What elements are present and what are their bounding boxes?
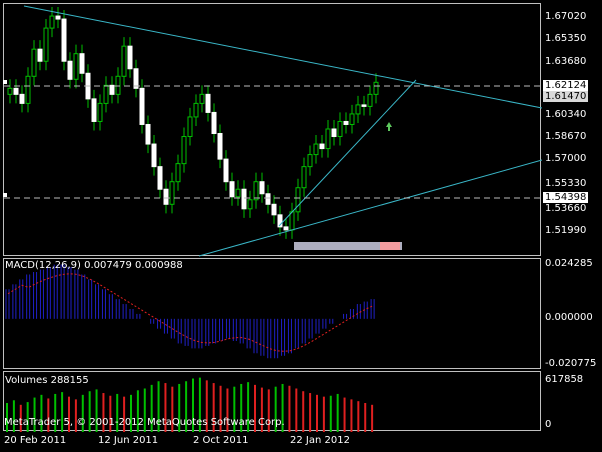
macd-histogram — [5, 264, 375, 359]
candle-body — [325, 128, 331, 150]
date-axis-label: 22 Jan 2012 — [290, 435, 350, 446]
trade-history-markers — [294, 242, 402, 250]
hline-handle[interactable] — [3, 193, 7, 197]
candle-body — [43, 27, 49, 62]
macd-signal-line — [7, 273, 374, 352]
candle-body — [103, 84, 109, 104]
candle-body — [31, 48, 37, 77]
candle-body — [25, 75, 31, 104]
candle-body — [7, 87, 13, 95]
price-axis-label: 1.55330 — [545, 178, 587, 189]
price-axis-label: 1.53660 — [545, 203, 587, 214]
candle-body — [313, 143, 319, 156]
price-chart-pane[interactable] — [3, 3, 542, 257]
candle-body — [145, 123, 151, 145]
candle-body — [115, 75, 121, 95]
candle-body — [331, 128, 337, 138]
bid-line-handle[interactable] — [3, 80, 7, 84]
candle-body — [73, 53, 79, 80]
macd-indicator-pane[interactable] — [3, 258, 541, 369]
candle-body — [151, 143, 157, 168]
candle-body — [319, 143, 325, 150]
date-axis-label: 12 Jun 2011 — [98, 435, 159, 446]
price-chart-canvas[interactable] — [4, 4, 542, 257]
trendline-channel — [278, 79, 417, 227]
candle-body — [373, 81, 379, 95]
candle-body — [13, 87, 19, 95]
candle-body — [109, 84, 115, 95]
price-axis-label: 1.67020 — [545, 11, 587, 22]
candle-body — [175, 163, 181, 183]
candle-body — [67, 60, 73, 80]
candle-body — [199, 93, 205, 104]
candle-body — [265, 193, 271, 205]
candle-body — [205, 93, 211, 113]
candle-body — [55, 15, 61, 20]
trendline-upper — [23, 5, 542, 109]
candle-body — [91, 98, 97, 122]
price-axis-label: 1.51990 — [545, 225, 587, 236]
candle-body — [241, 188, 247, 210]
candle-body — [187, 116, 193, 138]
candle-body — [337, 120, 343, 138]
candle-body — [235, 188, 241, 198]
candle-body — [181, 136, 187, 165]
candle-body — [367, 93, 373, 107]
volumes-axis-label: 0 — [545, 419, 552, 430]
candle-body — [289, 211, 295, 231]
candle-body — [271, 203, 277, 216]
candle-body — [349, 113, 355, 125]
candle-body — [361, 104, 367, 107]
macd-canvas[interactable] — [4, 259, 542, 370]
date-axis-label: 20 Feb 2011 — [4, 435, 67, 446]
candle-body — [97, 102, 103, 122]
candle-body — [217, 133, 223, 160]
last-price-tag: 1.61470 — [543, 91, 589, 102]
candle-body — [49, 15, 55, 29]
price-axis-label: 1.63680 — [545, 56, 587, 67]
macd-axis-label: 0.000000 — [545, 312, 593, 323]
date-axis-label: 2 Oct 2011 — [193, 435, 249, 446]
volumes-axis-label: 617858 — [545, 374, 584, 385]
candle-body — [259, 181, 265, 195]
macd-axis-label: -0.020775 — [545, 358, 597, 369]
price-axis-label: 1.57000 — [545, 153, 587, 164]
candle-body — [79, 53, 85, 74]
candle-body — [169, 181, 175, 205]
buy-arrow-icon — [386, 122, 392, 131]
volumes-title: Volumes 288155 — [5, 375, 89, 386]
candle-body — [301, 166, 307, 189]
hline-price-tag: 1.54398 — [543, 192, 589, 203]
candle-body — [121, 45, 127, 77]
candle-body — [283, 226, 289, 231]
candle-body — [247, 199, 253, 210]
candle-body — [211, 111, 217, 135]
candle-body — [343, 120, 349, 125]
candlestick-series — [7, 7, 379, 239]
macd-title: MACD(12,26,9) 0.007479 0.000988 — [5, 260, 183, 271]
candle-body — [193, 102, 199, 118]
candle-body — [223, 158, 229, 183]
candle-body — [157, 166, 163, 190]
bid-price-tag: 1.62124 — [543, 80, 589, 91]
candle-body — [127, 45, 133, 70]
candle-body — [307, 154, 313, 168]
chart-window[interactable]: 1.67020 1.65350 1.63680 1.60340 1.58670 … — [0, 0, 602, 452]
candle-body — [355, 104, 361, 115]
candle-body — [295, 187, 301, 213]
candle-body — [139, 87, 145, 125]
macd-axis-label: 0.024285 — [545, 258, 593, 269]
copyright-text: MetaTrader 5, © 2001-2012 MetaQuotes Sof… — [4, 417, 285, 428]
candle-body — [163, 188, 169, 205]
candle-body — [253, 181, 259, 201]
candle-body — [61, 18, 67, 62]
candle-body — [229, 181, 235, 198]
candle-body — [19, 93, 25, 104]
price-axis-label: 1.65350 — [545, 33, 587, 44]
price-axis-label: 1.60340 — [545, 109, 587, 120]
price-axis-label: 1.58670 — [545, 131, 587, 142]
candle-body — [133, 68, 139, 89]
candle-body — [37, 48, 43, 62]
